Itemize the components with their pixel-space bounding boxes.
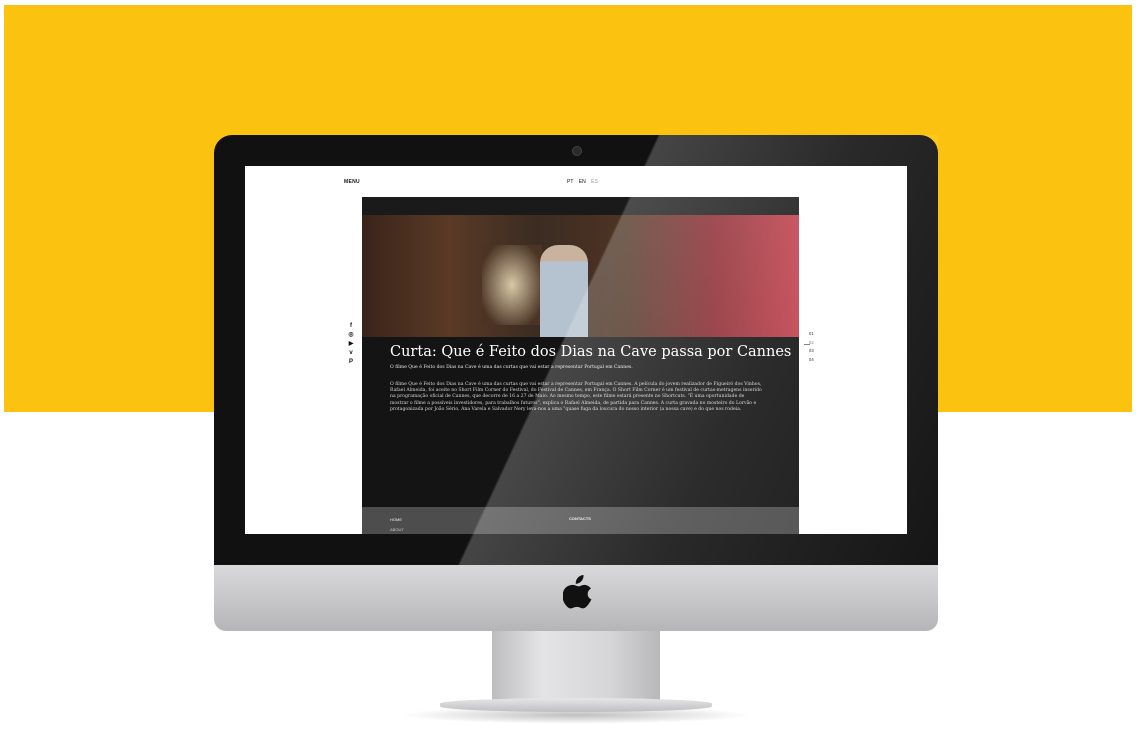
pager-item-02[interactable]: 02 <box>809 339 829 348</box>
hero-person <box>540 245 588 337</box>
hero-corridor-light <box>482 245 542 325</box>
lang-pt[interactable]: PT <box>567 179 573 185</box>
slide-pager: 01 02 03 04 <box>809 330 829 364</box>
language-switcher: PT EN ES <box>567 179 602 185</box>
social-links: f ◎ ▶ v P <box>345 322 357 367</box>
imac-stand <box>492 631 660 703</box>
article-title: Curta: Que é Feito dos Dias na Cave pass… <box>390 344 792 360</box>
pager-item-03[interactable]: 03 <box>809 347 829 356</box>
article-body: O filme Que é Feito dos Dias na Cave é u… <box>390 382 762 412</box>
article-lead: O filme Que é Feito dos Dias na Cave é u… <box>390 365 633 370</box>
menu-button[interactable]: MENU <box>344 179 360 185</box>
imac-stand-base <box>440 698 712 712</box>
pinterest-icon[interactable]: P <box>345 358 357 367</box>
vimeo-icon[interactable]: v <box>345 349 357 358</box>
article-overlay <box>362 337 799 507</box>
facebook-icon[interactable]: f <box>345 322 357 331</box>
article-panel: Curta: Que é Feito dos Dias na Cave pass… <box>362 197 799 534</box>
youtube-icon[interactable]: ▶ <box>345 340 357 349</box>
footer-link-about[interactable]: ABOUT <box>390 527 404 532</box>
footer-link-home[interactable]: HOME <box>390 517 402 522</box>
site-footer: HOME ABOUT CONTACTS <box>362 507 799 534</box>
lang-en[interactable]: EN <box>579 179 586 185</box>
hero-image <box>362 215 799 337</box>
footer-link-contacts[interactable]: CONTACTS <box>569 516 591 521</box>
pager-item-04[interactable]: 04 <box>809 356 829 365</box>
camera-icon <box>572 146 582 156</box>
instagram-icon[interactable]: ◎ <box>345 331 357 340</box>
pager-item-01[interactable]: 01 <box>809 330 829 339</box>
lang-es[interactable]: ES <box>591 179 598 185</box>
apple-logo-icon <box>563 575 592 609</box>
website-screen: MENU PT EN ES Curta: Que é Feito dos Dia… <box>245 166 907 534</box>
